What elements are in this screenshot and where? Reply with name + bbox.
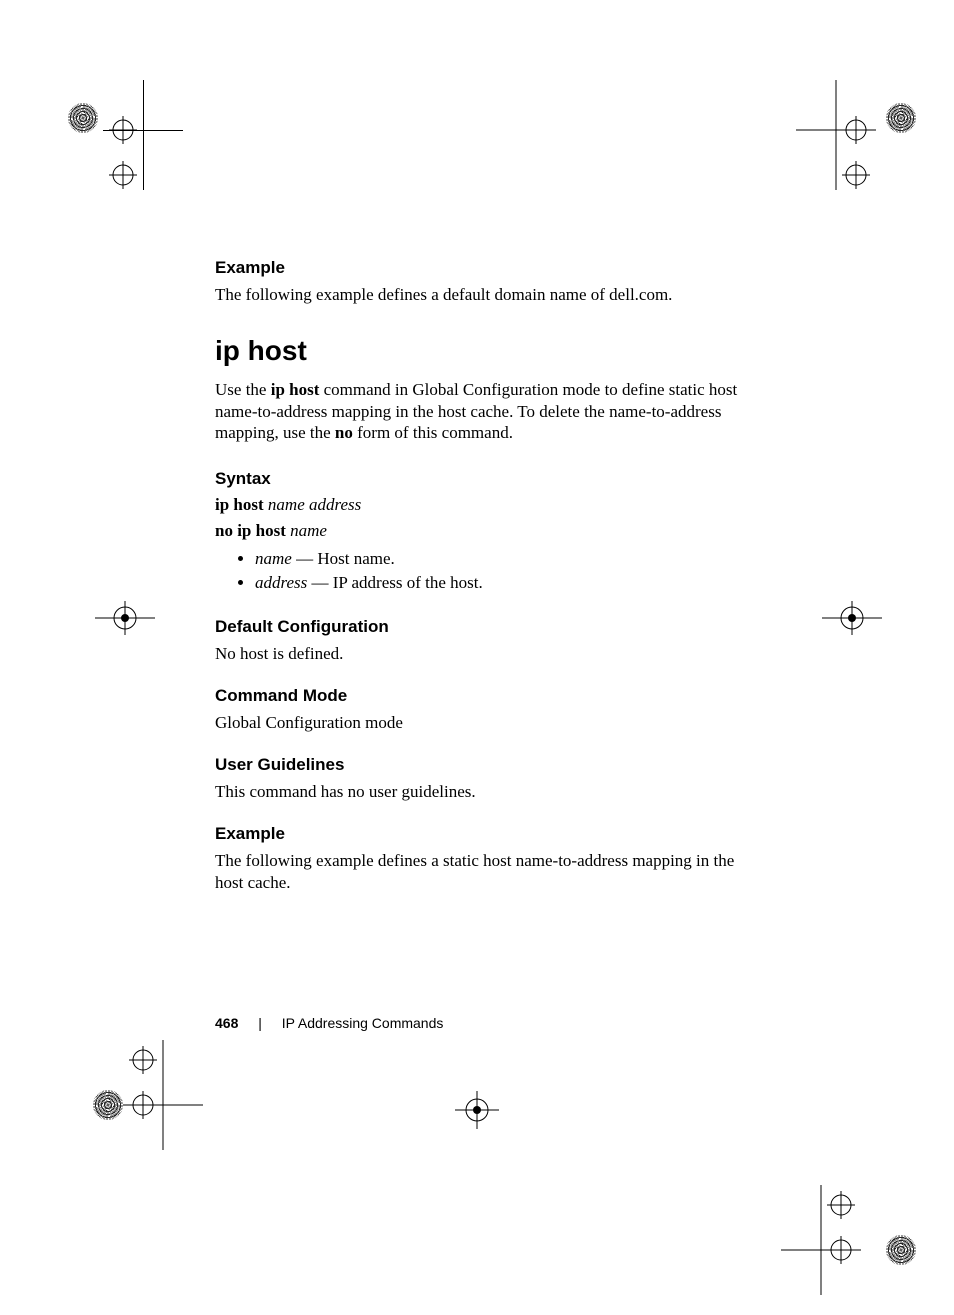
example2-heading: Example <box>215 824 745 844</box>
syntax-line-1: ip host name address <box>215 495 745 515</box>
intro-post: form of this command. <box>353 423 513 442</box>
cmd-mode-heading: Command Mode <box>215 686 745 706</box>
user-guidelines-block: User Guidelines This command has no user… <box>215 755 745 802</box>
example-1-block: Example The following example defines a … <box>215 258 745 305</box>
footer-divider: | <box>258 1015 262 1031</box>
syntax1-bold: ip host <box>215 495 268 514</box>
param-list: name — Host name. address — IP address o… <box>215 547 745 595</box>
intro-cmd: ip host <box>271 380 320 399</box>
param-term: address <box>255 573 307 592</box>
footer-section: IP Addressing Commands <box>282 1015 444 1031</box>
example-2-block: Example The following example defines a … <box>215 824 745 893</box>
list-item: name — Host name. <box>255 547 745 571</box>
example2-text: The following example defines a static h… <box>215 850 745 893</box>
cmd-mode-text: Global Configuration mode <box>215 712 745 733</box>
registration-mark-icon <box>447 1085 507 1140</box>
command-mode-block: Command Mode Global Configuration mode <box>215 686 745 733</box>
syntax1-italic: name address <box>268 495 361 514</box>
registration-mark-icon <box>68 1030 228 1175</box>
default-cfg-text: No host is defined. <box>215 643 745 664</box>
list-item: address — IP address of the host. <box>255 571 745 595</box>
example1-text: The following example defines a default … <box>215 284 745 305</box>
syntax-heading: Syntax <box>215 469 745 489</box>
guidelines-text: This command has no user guidelines. <box>215 781 745 802</box>
registration-mark-icon <box>812 598 892 643</box>
example1-heading: Example <box>215 258 745 278</box>
page-number: 468 <box>215 1015 238 1031</box>
syntax2-italic: name <box>290 521 327 540</box>
intro-pre: Use the <box>215 380 271 399</box>
syntax-block: Syntax ip host name address no ip host n… <box>215 469 745 595</box>
page-title: ip host <box>215 335 745 367</box>
page-footer: 468 | IP Addressing Commands <box>215 1015 443 1031</box>
syntax-line-2: no ip host name <box>215 521 745 541</box>
param-term: name <box>255 549 292 568</box>
registration-mark-icon <box>85 598 165 643</box>
intro-no: no <box>335 423 353 442</box>
param-desc: — Host name. <box>292 549 395 568</box>
param-desc: — IP address of the host. <box>307 573 483 592</box>
default-config-block: Default Configuration No host is defined… <box>215 617 745 664</box>
guidelines-heading: User Guidelines <box>215 755 745 775</box>
default-cfg-heading: Default Configuration <box>215 617 745 637</box>
syntax2-bold: no ip host <box>215 521 290 540</box>
intro-paragraph: Use the ip host command in Global Config… <box>215 379 745 443</box>
page-content: Example The following example defines a … <box>215 258 745 915</box>
